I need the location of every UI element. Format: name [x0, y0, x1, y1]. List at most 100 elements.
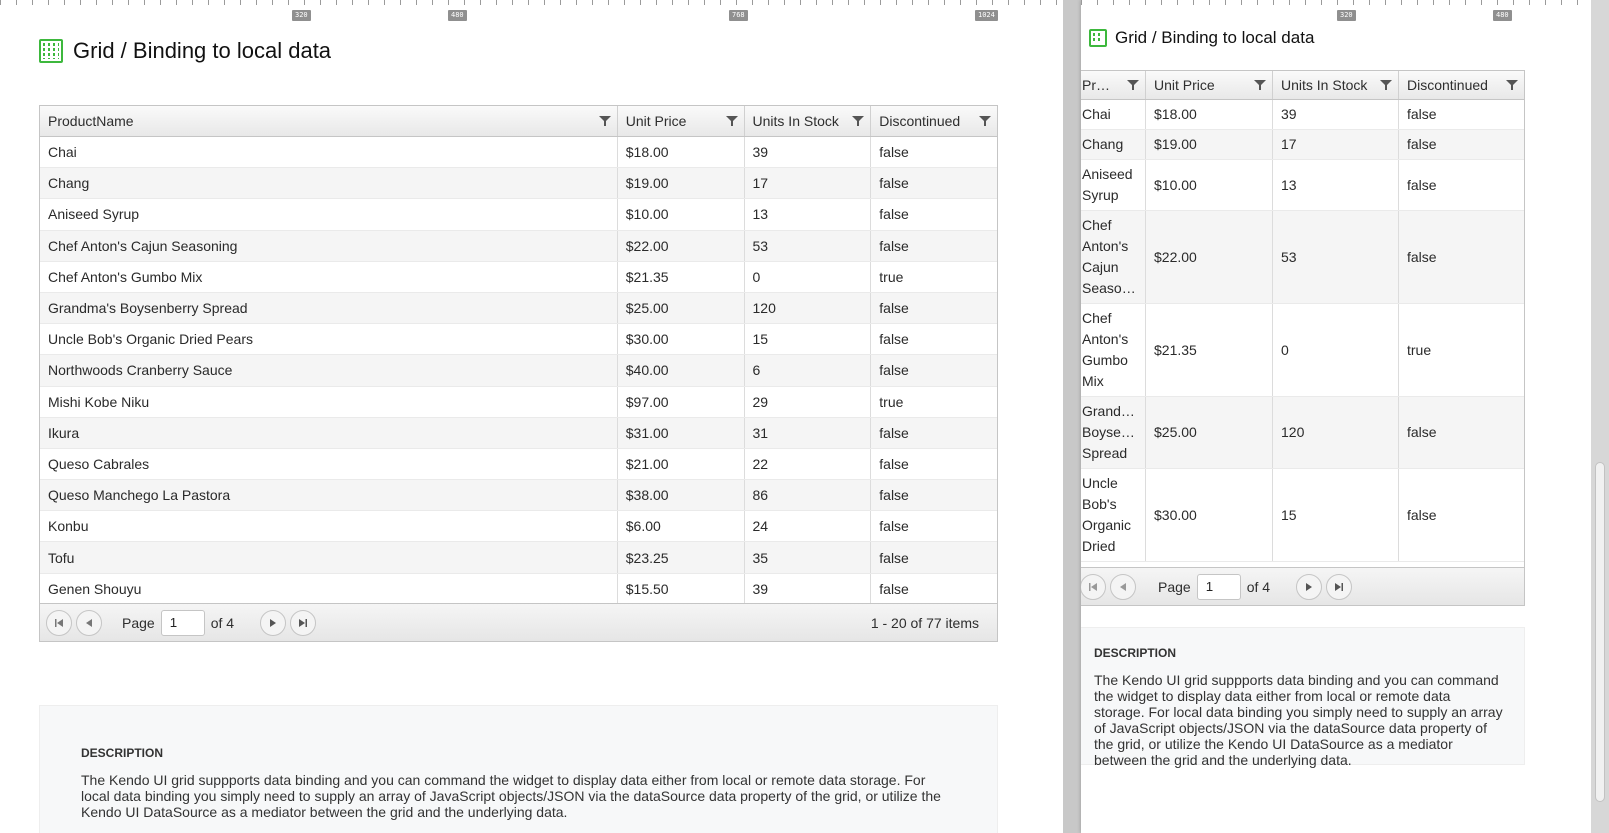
- ruler-tick: 480: [1493, 10, 1512, 21]
- filter-icon[interactable]: [1254, 79, 1266, 91]
- cell-product-name: Aniseed Syrup: [48, 206, 140, 223]
- cell-discontinued: false: [1398, 100, 1524, 129]
- cell-line: Syrup: [1082, 187, 1119, 203]
- filter-icon[interactable]: [852, 115, 865, 127]
- scrollbar-thumb[interactable]: [1595, 462, 1605, 802]
- table-row[interactable]: Chai $18.00 39 false: [1081, 100, 1524, 130]
- cell-unit-price: $30.00: [616, 324, 744, 355]
- table-row[interactable]: Konbu $6.00 24 false: [40, 511, 997, 543]
- cell-line: Mix: [1082, 373, 1104, 389]
- cell-product-name: Queso Manchego La Pastora: [48, 487, 231, 504]
- cell-discontinued: false: [870, 542, 997, 573]
- cell-unit-price: $23.25: [616, 542, 744, 573]
- column-header-unit-price[interactable]: Unit Price: [1145, 71, 1272, 99]
- table-row[interactable]: Chef Anton's Cajun Seaso… $22.00 53 false: [1081, 211, 1524, 304]
- ruler-tick: 1024: [975, 10, 998, 21]
- first-page-button[interactable]: [46, 609, 72, 636]
- cell-discontinued: false: [870, 417, 997, 448]
- column-header-product-name[interactable]: ProductName: [40, 106, 617, 136]
- description-text: The Kendo UI grid suppports data binding…: [1094, 672, 1503, 768]
- prev-page-button[interactable]: [1110, 573, 1136, 600]
- column-header-unit-price[interactable]: Unit Price: [616, 106, 744, 136]
- cell-product-name: Tofu: [48, 549, 75, 566]
- cell-line: Aniseed: [1082, 166, 1133, 182]
- page-number-input[interactable]: [1196, 573, 1241, 600]
- filter-icon[interactable]: [598, 115, 611, 127]
- page-title-row: Grid / Binding to local data: [1089, 28, 1314, 48]
- cell-units-in-stock: 31: [743, 417, 871, 448]
- cell-discontinued: true: [870, 261, 997, 292]
- table-row[interactable]: Ikura $31.00 31 false: [40, 417, 997, 449]
- filter-icon[interactable]: [725, 115, 738, 127]
- table-row[interactable]: Northwoods Cranberry Sauce $40.00 6 false: [40, 355, 997, 387]
- table-row[interactable]: Chai $18.00 39 false: [40, 137, 997, 169]
- cell-units-in-stock: 22: [743, 448, 871, 480]
- table-row[interactable]: Mishi Kobe Niku $97.00 29 true: [40, 386, 997, 418]
- cell-unit-price: $18.00: [1145, 100, 1272, 129]
- cell-units-in-stock: 13: [743, 199, 871, 230]
- cell-discontinued: false: [870, 292, 997, 324]
- last-page-button[interactable]: [1326, 573, 1353, 600]
- cell-discontinued: false: [870, 324, 997, 355]
- cell-product-name: Chef Anton's Cajun Seasoning: [48, 237, 238, 254]
- last-page-button[interactable]: [290, 609, 317, 636]
- column-header-product-name[interactable]: Pr…: [1081, 71, 1145, 99]
- table-row[interactable]: Tofu $23.25 35 false: [40, 542, 997, 574]
- table-row[interactable]: Chef Anton's Gumbo Mix $21.35 0 true: [40, 261, 997, 293]
- cell-line: Grand…: [1082, 403, 1135, 419]
- cell-discontinued: false: [870, 480, 997, 511]
- table-row[interactable]: Grandma's Boysenberry Spread $25.00 120 fal…: [40, 292, 997, 325]
- cell-unit-price: $21.35: [1145, 304, 1272, 396]
- filter-icon[interactable]: [1506, 79, 1518, 91]
- cell-product-name: Grandma's Boysenberry Spread: [48, 300, 248, 317]
- filter-icon[interactable]: [979, 115, 992, 127]
- first-page-button[interactable]: [1081, 573, 1106, 600]
- first-page-icon: [1089, 582, 1097, 591]
- column-header-discontinued[interactable]: Discontinued: [1398, 71, 1524, 99]
- table-row[interactable]: Chef Anton's Gumbo Mix $21.35 0 true: [1081, 304, 1524, 397]
- table-row[interactable]: Uncle Bob's Organic Dried Pears $30.00 15 f…: [40, 324, 997, 356]
- first-page-icon: [55, 618, 63, 627]
- window-scrollbar[interactable]: [1591, 0, 1609, 833]
- next-page-icon: [270, 618, 277, 627]
- cell-line: Bob's: [1082, 496, 1117, 512]
- column-header-label: ProductName: [48, 113, 134, 129]
- page-count-label: of 4: [1246, 578, 1271, 595]
- table-row[interactable]: Chef Anton's Cajun Seasoning $22.00 53 fals…: [40, 230, 997, 262]
- filter-icon[interactable]: [1380, 79, 1392, 91]
- next-page-button[interactable]: [1296, 573, 1323, 600]
- filter-icon[interactable]: [1127, 79, 1139, 91]
- table-row[interactable]: Chang $19.00 17 false: [40, 168, 997, 200]
- cell-unit-price: $22.00: [1145, 211, 1272, 303]
- cell-units-in-stock: 15: [743, 324, 871, 355]
- column-header-units-in-stock[interactable]: Units In Stock: [743, 106, 871, 136]
- table-row[interactable]: Uncle Bob's Organic Dried $30.00 15 false: [1081, 469, 1524, 562]
- table-row[interactable]: Queso Cabrales $21.00 22 false: [40, 448, 997, 481]
- table-row[interactable]: Chang $19.00 17 false: [1081, 130, 1524, 160]
- cell-product-name: Chef Anton's Gumbo Mix: [48, 268, 203, 285]
- next-page-button[interactable]: [260, 609, 287, 636]
- column-header-units-in-stock[interactable]: Units In Stock: [1272, 71, 1398, 99]
- table-row[interactable]: Aniseed Syrup $10.00 13 false: [40, 199, 997, 231]
- cell-product-name: Aniseed Syrup: [1081, 160, 1145, 210]
- table-row[interactable]: Queso Manchego La Pastora $38.00 86 false: [40, 480, 997, 512]
- prev-page-button[interactable]: [76, 609, 102, 636]
- cell-line: Chef: [1082, 217, 1112, 233]
- table-row[interactable]: Grand… Boyse… Spread $25.00 120 false: [1081, 397, 1524, 469]
- page-number-input[interactable]: [160, 609, 205, 636]
- grid-header: ProductName Unit Price Units In Stock Disco…: [40, 106, 997, 137]
- table-row[interactable]: Aniseed Syrup $10.00 13 false: [1081, 160, 1524, 211]
- column-header-discontinued[interactable]: Discontinued: [870, 106, 997, 136]
- cell-discontinued: false: [870, 230, 997, 261]
- cell-discontinued: true: [870, 386, 997, 417]
- cell-product-name: Mishi Kobe Niku: [48, 393, 150, 410]
- column-header-label: Units In Stock: [1281, 77, 1368, 93]
- cell-unit-price: $40.00: [616, 355, 744, 386]
- cell-line: Cajun: [1082, 259, 1119, 275]
- cell-unit-price: $15.50: [616, 573, 744, 604]
- page-title-row: Grid / Binding to local data: [39, 38, 331, 64]
- ruler-tick: 320: [1337, 10, 1356, 21]
- table-row[interactable]: Genen Shouyu $15.50 39 false: [40, 573, 997, 605]
- page-label: Page: [1158, 578, 1191, 595]
- cell-units-in-stock: 17: [1272, 130, 1398, 159]
